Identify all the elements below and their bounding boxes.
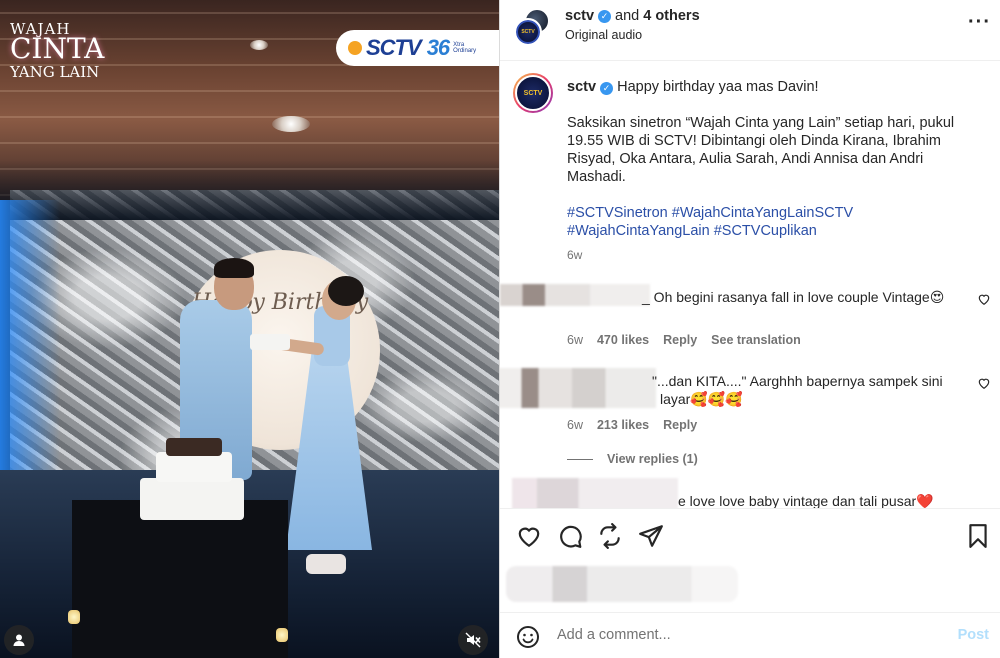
audio-mute-toggle[interactable] xyxy=(458,625,488,655)
comment-text-cont: layar🥰🥰🥰 xyxy=(660,391,743,407)
collab-avatars[interactable]: SCTV xyxy=(514,8,552,46)
cake-topping xyxy=(166,438,222,456)
reel-video[interactable]: Happy Birthday WAJAH CINTA YANG LAIN SCT… xyxy=(0,0,499,658)
more-horizontal-icon: ··· xyxy=(968,11,991,33)
channel-logo-dot xyxy=(348,41,362,55)
view-replies-label: View replies (1) xyxy=(607,452,698,466)
ceiling-shadow xyxy=(0,160,499,220)
woman-figure-hair xyxy=(328,276,364,306)
cake-tier-top xyxy=(156,452,232,482)
speaker-muted-icon xyxy=(465,632,481,648)
audio-link[interactable]: Original audio xyxy=(565,28,642,42)
reply-button[interactable]: Reply xyxy=(663,333,697,347)
caption-avatar[interactable]: SCTV xyxy=(513,73,553,113)
hashtag-link[interactable]: #SCTVSinetron xyxy=(567,205,668,221)
comment-time[interactable]: 6w xyxy=(567,333,583,347)
view-replies-button[interactable]: View replies (1) xyxy=(567,452,698,466)
comment-likes[interactable]: 213 likes xyxy=(597,418,649,432)
redacted-commenter xyxy=(500,368,656,408)
redacted-commenter xyxy=(500,284,650,306)
collaborators-link[interactable]: 4 others xyxy=(643,8,699,24)
hashtag-link[interactable]: #WajahCintaYangLainSCTV xyxy=(672,205,853,221)
post-comment-button[interactable]: Post xyxy=(958,627,989,643)
emoji-icon[interactable] xyxy=(516,625,540,649)
comment-icon[interactable] xyxy=(557,523,583,549)
held-cake xyxy=(250,334,290,350)
comment-item: e love love baby vintage dan tali pusar❤… xyxy=(500,476,1000,508)
tagged-users-button[interactable] xyxy=(4,625,34,655)
comments-scroll-area[interactable]: SCTV sctv ✓ Happy birthday yaa mas Davin… xyxy=(500,62,1000,508)
comment-item: "...dan KITA...." Aarghhh bapernya sampe… xyxy=(500,364,1000,450)
comment-item: _ Oh begini rasanya fall in love couple … xyxy=(500,280,1000,350)
hashtag-link[interactable]: #WajahCintaYangLain xyxy=(567,223,710,239)
cake-tier-bottom xyxy=(140,478,244,520)
likes-summary xyxy=(500,560,1000,610)
see-translation-button[interactable]: See translation xyxy=(711,333,801,347)
ceiling-light xyxy=(250,40,268,50)
comment-text: _ Oh begini rasanya fall in love couple … xyxy=(642,289,945,305)
replies-divider xyxy=(567,458,593,460)
comment-time[interactable]: 6w xyxy=(567,418,583,432)
more-options-button[interactable]: ··· xyxy=(968,12,991,32)
woman-figure-shoes xyxy=(306,554,346,574)
heart-icon[interactable] xyxy=(516,523,542,549)
sctv-avatar: SCTV xyxy=(514,18,542,46)
post-author: sctv ✓ and 4 others xyxy=(565,8,700,24)
comment-input[interactable]: Add a comment... xyxy=(557,627,671,643)
redacted-likes xyxy=(506,566,738,602)
candle-light xyxy=(276,628,288,642)
action-bar xyxy=(500,508,1000,560)
channel-logo-badge: SCTV 36 Xtra Ordinary xyxy=(336,30,499,66)
verified-badge-icon: ✓ xyxy=(600,82,614,95)
comment-text: "...dan KITA...." Aarghhh bapernya sampe… xyxy=(652,373,943,389)
comment-heart-icon[interactable] xyxy=(977,376,991,390)
cake-table xyxy=(72,500,288,658)
send-icon[interactable] xyxy=(638,523,664,549)
redacted-commenter xyxy=(512,478,678,508)
verified-badge-icon: ✓ xyxy=(598,9,612,23)
caption-username[interactable]: sctv xyxy=(567,79,596,95)
comment-meta: 6w 470 likes Reply See translation xyxy=(567,333,801,347)
post-header: SCTV sctv ✓ and 4 others Original audio … xyxy=(500,0,1000,61)
comment-text: e love love baby vintage dan tali pusar❤… xyxy=(678,493,934,508)
caption-first-line: Happy birthday yaa mas Davin! xyxy=(617,79,819,95)
post-panel: SCTV sctv ✓ and 4 others Original audio … xyxy=(499,0,1000,658)
man-figure-hair xyxy=(214,258,254,278)
author-username-link[interactable]: sctv xyxy=(565,8,594,24)
bookmark-icon[interactable] xyxy=(965,523,991,549)
ceiling-light xyxy=(272,116,310,132)
caption-paragraph: Saksikan sinetron “Wajah Cinta yang Lain… xyxy=(567,115,955,185)
comment-composer: Add a comment... Post xyxy=(500,612,1000,658)
repost-icon[interactable] xyxy=(597,523,623,549)
reply-button[interactable]: Reply xyxy=(663,418,697,432)
comment-meta: 6w 213 likes Reply xyxy=(567,418,697,432)
hashtag-link[interactable]: #SCTVCuplikan xyxy=(714,223,817,239)
user-icon xyxy=(13,634,25,646)
and-text: and xyxy=(615,8,640,24)
caption: sctv ✓ Happy birthday yaa mas Davin! Sak… xyxy=(567,78,967,240)
comment-heart-icon[interactable] xyxy=(977,292,991,306)
caption-timestamp[interactable]: 6w xyxy=(567,248,582,262)
candle-light xyxy=(68,610,80,624)
comment-likes[interactable]: 470 likes xyxy=(597,333,649,347)
show-logo: WAJAH CINTA YANG LAIN xyxy=(10,20,105,81)
